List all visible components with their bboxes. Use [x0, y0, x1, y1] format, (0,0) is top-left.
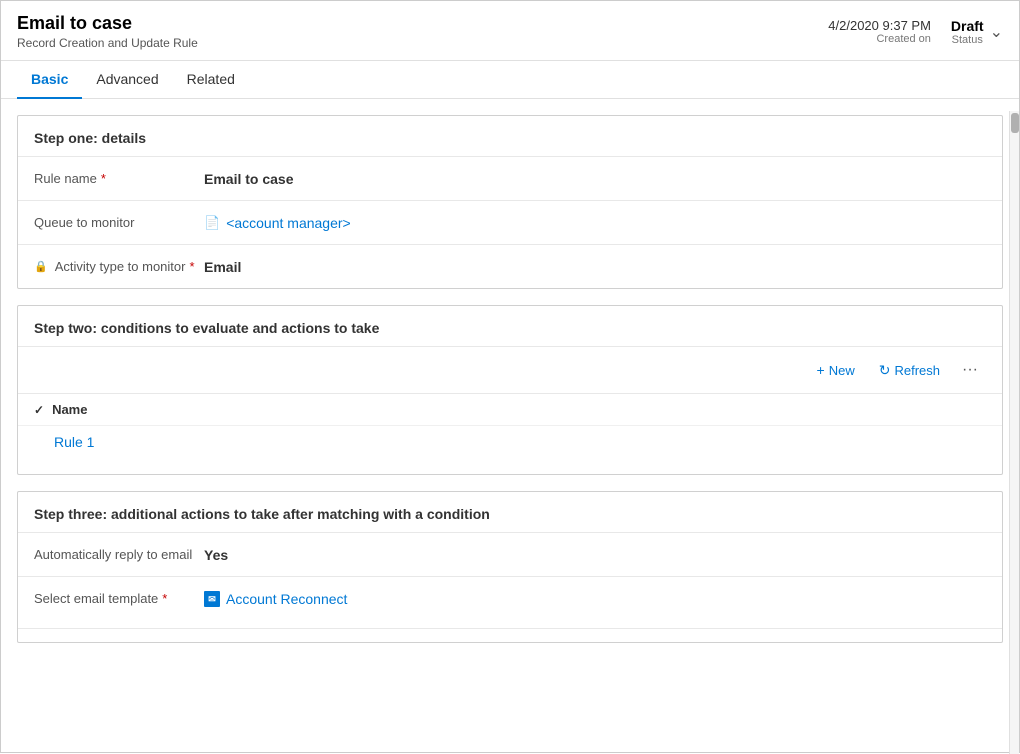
field-row-email-template: Select email template * ✉ Account Reconn… — [18, 576, 1002, 620]
more-options-button[interactable]: ··· — [954, 355, 986, 385]
tab-basic[interactable]: Basic — [17, 61, 82, 99]
rule-name-label: Rule name * — [34, 171, 204, 186]
auto-reply-label: Automatically reply to email — [34, 547, 204, 562]
header-status: Draft Status ⌄ — [951, 18, 1003, 46]
header-right: 4/2/2020 9:37 PM Created on Draft Status… — [828, 18, 1003, 46]
status-label: Status — [951, 34, 984, 46]
ellipsis-icon: ··· — [962, 361, 978, 379]
tabs-bar: Basic Advanced Related — [1, 61, 1019, 99]
field-row-auto-reply: Automatically reply to email Yes — [18, 532, 1002, 576]
refresh-button-label: Refresh — [894, 363, 940, 378]
step-two-card: Step two: conditions to evaluate and act… — [17, 305, 1003, 475]
rule-name-link[interactable]: Rule 1 — [54, 434, 94, 450]
page-subtitle: Record Creation and Update Rule — [17, 36, 198, 50]
field-row-activity-type: 🔒 Activity type to monitor * Email — [18, 244, 1002, 288]
step-three-card: Step three: additional actions to take a… — [17, 491, 1003, 643]
new-button-label: New — [829, 363, 855, 378]
activity-type-required: * — [189, 259, 194, 274]
rule-name-required: * — [101, 171, 106, 186]
step-two-toolbar: + New ↻ Refresh ··· — [18, 346, 1002, 393]
email-template-required: * — [162, 591, 167, 606]
lock-icon: 🔒 — [34, 260, 48, 273]
rule-name-value: Email to case — [204, 171, 986, 187]
tab-advanced[interactable]: Advanced — [82, 61, 172, 99]
created-label: Created on — [828, 33, 931, 45]
field-row-rule-name: Rule name * Email to case — [18, 156, 1002, 200]
header-left: Email to case Record Creation and Update… — [17, 13, 198, 50]
email-template-label: Select email template * — [34, 591, 204, 606]
column-name-header: Name — [52, 402, 87, 417]
activity-type-value: Email — [204, 259, 986, 275]
queue-value[interactable]: 📄 <account manager> — [204, 215, 986, 231]
created-date: 4/2/2020 9:37 PM — [828, 18, 931, 33]
step-two-title: Step two: conditions to evaluate and act… — [18, 306, 1002, 346]
new-button[interactable]: + New — [807, 356, 865, 384]
step-two-spacer — [18, 458, 1002, 474]
step-one-title: Step one: details — [18, 116, 1002, 156]
scrollbar[interactable] — [1009, 111, 1019, 754]
activity-type-label: 🔒 Activity type to monitor * — [34, 259, 204, 274]
rule-table-header: ✓ Name — [18, 393, 1002, 425]
status-dropdown-button[interactable]: ⌄ — [990, 22, 1003, 42]
status-info: Draft Status — [951, 18, 984, 46]
header: Email to case Record Creation and Update… — [1, 1, 1019, 61]
refresh-button[interactable]: ↻ Refresh — [869, 356, 950, 385]
field-row-queue: Queue to monitor 📄 <account manager> — [18, 200, 1002, 244]
tab-related[interactable]: Related — [173, 61, 249, 99]
email-template-value[interactable]: ✉ Account Reconnect — [204, 591, 986, 607]
queue-label: Queue to monitor — [34, 215, 204, 230]
page-title: Email to case — [17, 13, 198, 34]
queue-icon: 📄 — [204, 215, 220, 231]
check-icon: ✓ — [34, 403, 44, 417]
auto-reply-value: Yes — [204, 547, 986, 563]
plus-icon: + — [817, 362, 825, 378]
scrollbar-thumb[interactable] — [1011, 113, 1019, 133]
table-row: Rule 1 — [18, 425, 1002, 458]
status-value: Draft — [951, 18, 984, 34]
step-one-card: Step one: details Rule name * Email to c… — [17, 115, 1003, 289]
step-three-title: Step three: additional actions to take a… — [18, 492, 1002, 532]
main-content: Step one: details Rule name * Email to c… — [1, 99, 1019, 742]
template-icon: ✉ — [204, 591, 220, 607]
header-meta: 4/2/2020 9:37 PM Created on — [828, 18, 931, 45]
refresh-icon: ↻ — [879, 362, 891, 379]
step-three-footer — [18, 628, 1002, 642]
